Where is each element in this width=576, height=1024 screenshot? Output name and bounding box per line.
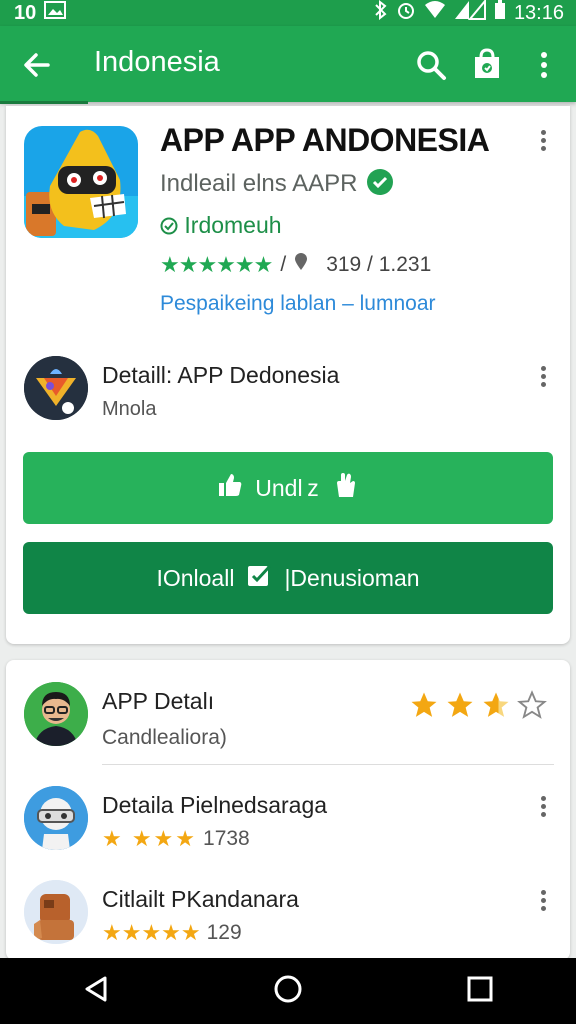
reviews-card: APP Detalı Candlealiora) Detaila Pielned…	[6, 660, 570, 960]
more-vert-icon[interactable]	[538, 796, 548, 820]
star-half-icon	[480, 690, 512, 725]
image-notification-icon	[44, 1, 67, 25]
developer-name[interactable]: Indleail elns AAPR	[160, 168, 394, 198]
star-filled-icon	[408, 690, 440, 725]
review-rating: ★ ★★★ 1738	[102, 826, 250, 852]
verified-check-icon	[367, 168, 394, 195]
status-left-text: 10	[14, 1, 37, 24]
star-empty-icon	[516, 690, 548, 725]
review-count: 129	[206, 921, 242, 944]
store-bag-icon[interactable]	[470, 48, 504, 82]
check-circle-icon	[160, 217, 178, 235]
category[interactable]: Irdomeuh	[160, 212, 282, 239]
review-stars: ★ ★★★	[102, 826, 198, 851]
avatar	[24, 880, 88, 944]
status-right: 13:16	[374, 0, 564, 26]
sub-app-subtitle: Mnola	[102, 398, 157, 420]
sub-app-title[interactable]: Detaill: APP Dedonesia	[102, 362, 339, 389]
review-title: Detaila Pielnedsaraga	[102, 792, 328, 818]
divider	[102, 764, 554, 765]
rating-stars: ★★★★★★	[160, 252, 273, 277]
alarm-icon	[396, 0, 416, 26]
app-link[interactable]: Pespaikeing lablan – lumnoar	[160, 292, 436, 316]
more-vert-icon[interactable]	[534, 48, 554, 82]
bluetooth-icon	[374, 0, 388, 26]
check-box-icon	[246, 562, 272, 594]
download-button[interactable]: IOnloall |Denusioman	[23, 542, 553, 614]
location-pin-icon	[294, 253, 308, 277]
more-vert-icon[interactable]	[538, 130, 548, 154]
install-button-label: Undl z	[255, 474, 319, 501]
thumbs-up-icon	[217, 472, 243, 504]
hand-icon	[331, 471, 359, 505]
status-time: 13:16	[513, 1, 564, 24]
developer-label[interactable]: Indleail elns AAPR	[160, 170, 357, 197]
star-filled-icon	[444, 690, 476, 725]
app-details-card: APP APP ANDONESIA Indleail elns AAPR Ird…	[6, 106, 570, 644]
nav-home-icon[interactable]	[273, 974, 303, 1009]
review-subtitle: Candlealiora)	[102, 726, 227, 749]
rating-row: ★★★★★★ / 319 / 1.231	[160, 252, 431, 278]
tab-indicator	[0, 101, 88, 104]
review-stars: ★★★★★	[102, 920, 201, 945]
review-rating-stars	[408, 690, 548, 725]
top-app-bar: Indonesia	[0, 26, 576, 104]
sub-app-icon[interactable]	[24, 356, 88, 420]
battery-icon	[494, 0, 506, 26]
download-button-label-right: |Denusioman	[284, 564, 420, 591]
download-button-label-left: IOnloall	[156, 564, 235, 591]
nav-back-icon[interactable]	[81, 974, 111, 1009]
review-rating: ★★★★★ 129	[102, 920, 242, 946]
back-arrow-icon[interactable]	[20, 48, 54, 82]
app-title: APP APP ANDONESIA	[160, 122, 490, 158]
rating-counts: 319 / 1.231	[326, 253, 432, 276]
category-label[interactable]: Irdomeuh	[184, 212, 281, 238]
avatar	[24, 786, 88, 850]
wifi-icon	[424, 1, 446, 25]
rating-separator: /	[280, 253, 287, 276]
system-navigation-bar	[0, 958, 576, 1024]
status-left: 10	[14, 1, 67, 25]
signal-icon	[454, 0, 486, 26]
more-vert-icon[interactable]	[538, 366, 548, 390]
status-bar: 10 13:16	[0, 0, 576, 26]
review-count: 1738	[203, 827, 250, 850]
search-icon[interactable]	[414, 48, 448, 82]
more-vert-icon[interactable]	[538, 890, 548, 914]
review-title: Citlailt PKandanara	[102, 886, 299, 912]
avatar	[24, 682, 88, 746]
page-title: Indonesia	[94, 46, 220, 78]
app-icon[interactable]	[24, 126, 138, 238]
review-title: APP Detalı	[102, 688, 215, 714]
nav-recents-icon[interactable]	[465, 974, 495, 1009]
install-button[interactable]: Undl z	[23, 452, 553, 524]
